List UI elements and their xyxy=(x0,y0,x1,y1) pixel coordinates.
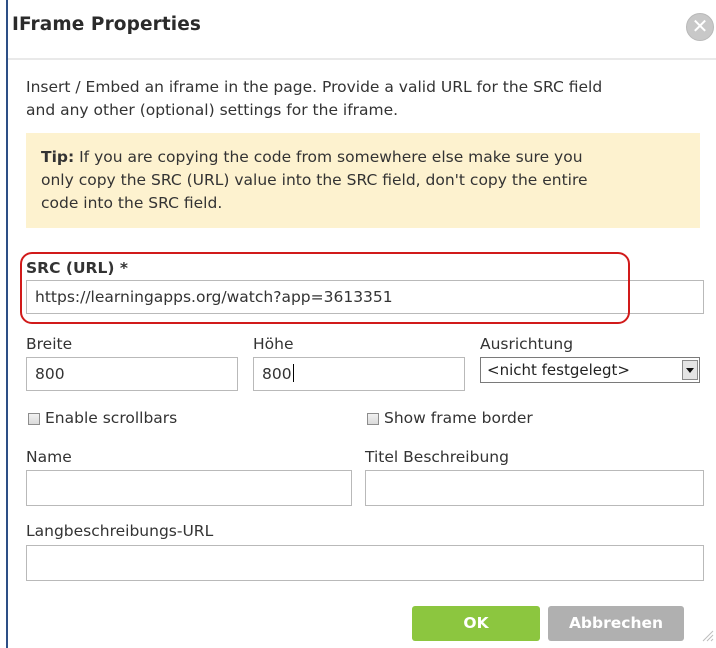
resize-handle-icon[interactable] xyxy=(702,630,714,642)
tip-box: Tip: If you are copying the code from so… xyxy=(26,133,700,228)
iframe-properties-dialog: IFrame Properties ✕ Insert / Embed an if… xyxy=(6,0,716,648)
longdesc-input[interactable] xyxy=(26,545,704,581)
width-label: Breite xyxy=(26,335,73,353)
width-input[interactable]: 800 xyxy=(26,357,238,391)
height-label: Höhe xyxy=(253,335,294,353)
tip-line: If you are copying the code from somewhe… xyxy=(74,148,583,166)
src-label: SRC (URL) * xyxy=(26,259,128,277)
height-input[interactable]: 800 xyxy=(253,357,465,391)
src-input[interactable]: https://learningapps.org/watch?app=36133… xyxy=(26,280,704,314)
dialog-description: Insert / Embed an iframe in the page. Pr… xyxy=(26,76,706,122)
description-line: and any other (optional) settings for th… xyxy=(26,101,399,119)
name-label: Name xyxy=(26,448,72,466)
frameborder-label[interactable]: Show frame border xyxy=(384,409,533,427)
title-label: Titel Beschreibung xyxy=(365,448,509,466)
tip-text: Tip: If you are copying the code from so… xyxy=(41,146,681,215)
align-label: Ausrichtung xyxy=(480,335,574,353)
scrollbars-label[interactable]: Enable scrollbars xyxy=(45,409,177,427)
description-line: Insert / Embed an iframe in the page. Pr… xyxy=(26,78,603,96)
ok-button[interactable]: OK xyxy=(412,606,540,641)
align-selected-value: <nicht festgelegt> xyxy=(487,361,630,379)
cancel-button[interactable]: Abbrechen xyxy=(548,606,684,641)
title-input[interactable] xyxy=(365,470,704,506)
dialog-titlebar[interactable]: IFrame Properties ✕ xyxy=(8,0,716,60)
longdesc-label: Langbeschreibungs-URL xyxy=(26,522,214,540)
text-cursor xyxy=(292,364,294,382)
align-select[interactable]: <nicht festgelegt> xyxy=(480,357,700,383)
scrollbars-checkbox[interactable] xyxy=(28,413,40,425)
frameborder-checkbox[interactable] xyxy=(367,413,379,425)
dialog-title: IFrame Properties xyxy=(12,14,201,35)
tip-line: code into the SRC field. xyxy=(41,194,223,212)
tip-label: Tip: xyxy=(41,148,75,166)
name-input[interactable] xyxy=(26,470,352,506)
close-icon[interactable]: ✕ xyxy=(686,13,714,41)
height-value: 800 xyxy=(262,365,292,383)
tip-line: only copy the SRC (URL) value into the S… xyxy=(41,171,588,189)
chevron-down-icon[interactable] xyxy=(682,360,698,380)
